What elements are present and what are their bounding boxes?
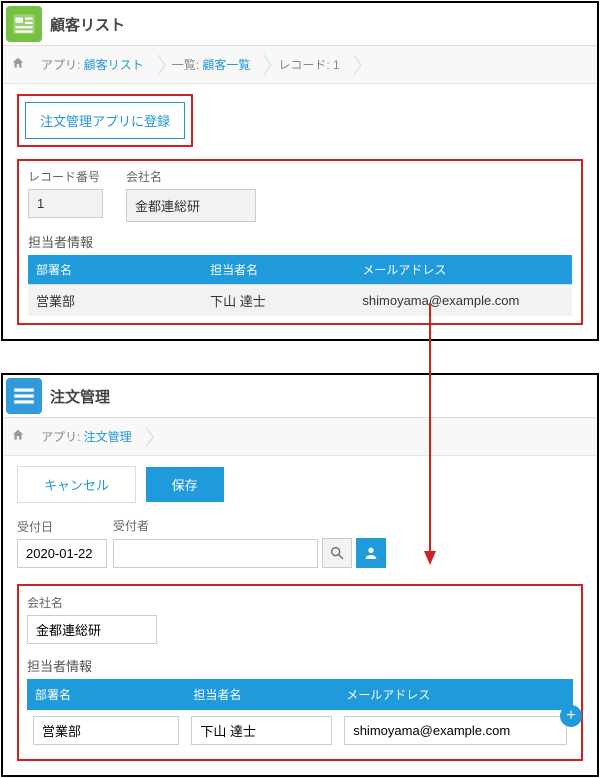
email-input[interactable] <box>344 716 567 745</box>
name-input[interactable] <box>191 716 332 745</box>
add-row-button[interactable]: + <box>560 705 582 727</box>
col-name: 担当者名 <box>185 679 338 710</box>
contacts-title: 担当者情報 <box>28 232 572 251</box>
cancel-button[interactable]: キャンセル <box>17 466 136 503</box>
record-number-value: 1 <box>28 189 103 218</box>
record-number-block: レコード番号 1 <box>28 168 118 218</box>
app2-breadcrumb: アプリ: 注文管理 <box>3 418 597 456</box>
search-icon[interactable] <box>322 538 352 568</box>
app1-panel: 顧客リスト アプリ: 顧客リスト 一覧: 顧客一覧 レコード: 1 注文管理アプ… <box>1 1 599 341</box>
date-label: 受付日 <box>17 518 107 535</box>
table-row: 営業部 下山 達士 shimoyama@example.com <box>28 285 572 317</box>
record-number-label: レコード番号 <box>28 168 118 185</box>
contacts-table-2: 部署名 担当者名 メールアドレス <box>27 679 573 751</box>
company-label: 会社名 <box>126 168 572 185</box>
record-highlight: レコード番号 1 会社名 金都連総研 担当者情報 部署名 担当者名 メールアドレ… <box>17 159 583 325</box>
receiver-label: 受付者 <box>113 517 386 534</box>
app1-breadcrumb: アプリ: 顧客リスト 一覧: 顧客一覧 レコード: 1 <box>3 46 597 84</box>
col-dept: 部署名 <box>28 255 202 285</box>
crumb-record: レコード: 1 <box>266 52 355 77</box>
date-receiver-row: 受付日 受付者 <box>17 517 583 568</box>
crumb-app[interactable]: アプリ: 顧客リスト <box>29 52 160 77</box>
crumb-app[interactable]: アプリ: 注文管理 <box>29 424 148 449</box>
table-header-row: 部署名 担当者名 メールアドレス <box>28 255 572 285</box>
register-highlight: 注文管理アプリに登録 <box>17 94 193 147</box>
contacts-table: 部署名 担当者名 メールアドレス 営業部 下山 達士 shimoyama@exa… <box>28 255 572 316</box>
person-icon[interactable] <box>356 538 386 568</box>
contacts-title-2: 担当者情報 <box>27 656 573 675</box>
date-input[interactable] <box>17 539 107 568</box>
cell-dept: 営業部 <box>28 285 202 317</box>
table-row <box>27 710 573 751</box>
col-dept: 部署名 <box>27 679 185 710</box>
col-name: 担当者名 <box>202 255 354 285</box>
company-label-2: 会社名 <box>27 594 573 611</box>
order-mgmt-icon <box>6 378 42 414</box>
cell-name: 下山 達士 <box>202 285 354 317</box>
crumb-view[interactable]: 一覧: 顧客一覧 <box>160 52 267 77</box>
app1-title: 顧客リスト <box>50 14 125 35</box>
receiver-input[interactable] <box>113 539 318 568</box>
copied-data-highlight: 会社名 担当者情報 部署名 担当者名 メールアドレス + <box>17 584 583 761</box>
dept-input[interactable] <box>33 716 179 745</box>
home-icon[interactable] <box>11 56 25 73</box>
app1-header: 顧客リスト <box>3 3 597 46</box>
app2-title: 注文管理 <box>50 386 110 407</box>
app2-panel: 注文管理 アプリ: 注文管理 キャンセル 保存 受付日 受付者 <box>1 373 599 777</box>
save-button[interactable]: 保存 <box>146 467 224 502</box>
company-block: 会社名 金都連総研 <box>126 168 572 222</box>
register-button[interactable]: 注文管理アプリに登録 <box>25 102 185 139</box>
col-email: メールアドレス <box>354 255 572 285</box>
table-header-row: 部署名 担当者名 メールアドレス <box>27 679 573 710</box>
col-email: メールアドレス <box>338 679 573 710</box>
company-value: 金都連総研 <box>126 189 256 222</box>
company-input[interactable] <box>27 615 157 644</box>
app2-header: 注文管理 <box>3 375 597 418</box>
cell-email: shimoyama@example.com <box>354 285 572 317</box>
customer-list-icon <box>6 6 42 42</box>
home-icon[interactable] <box>11 428 25 445</box>
button-row: キャンセル 保存 <box>17 466 583 503</box>
